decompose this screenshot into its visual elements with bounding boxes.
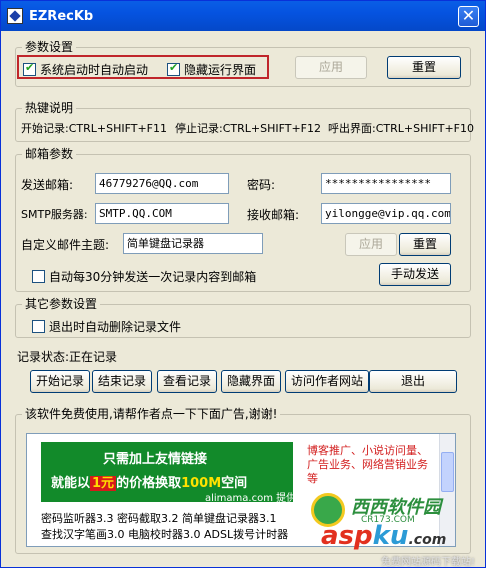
mail-apply-button[interactable]: 应用 (345, 233, 397, 256)
close-button[interactable]: ✕ (458, 6, 479, 27)
ad-line2-price: 1元 (90, 476, 117, 491)
sender-label: 发送邮箱: (21, 178, 74, 192)
params-reset-button[interactable]: 重置 (387, 56, 461, 79)
delete-on-exit-label: 退出时自动删除记录文件 (49, 320, 182, 334)
delete-on-exit-checkbox[interactable]: 退出时自动删除记录文件 (32, 318, 181, 335)
ad-banner[interactable]: 只需加上友情链接 就能以 1元 的价格换取100M空间 alimama.com 提供 (41, 442, 297, 504)
params-apply-button[interactable]: 应用 (295, 56, 367, 79)
auto-start-check-icon[interactable] (23, 61, 36, 76)
auto-start-checkbox[interactable]: 系统启动时自动启动 (23, 61, 148, 78)
mail-group-title: 邮箱参数 (22, 147, 77, 161)
params-group-title: 参数设置 (22, 40, 77, 54)
password-label: 密码: (247, 178, 276, 192)
hide-ui-checkbox[interactable]: 隐藏运行界面 (167, 61, 256, 78)
window-title: EZRecKb (29, 8, 94, 24)
watermark-asp: aspku.com (321, 521, 446, 551)
hotkey-show: 呼出界面:CTRL+SHIFT+F10 (328, 122, 474, 135)
ad-text-line2[interactable]: 查找汉字笔画3.0 电脑校时器3.0 ADSL拨号计时器 (41, 526, 288, 542)
ad-text-line1[interactable]: 密码监听器3.3 密码截取3.2 简单键盘记录器3.1 (41, 510, 276, 526)
subject-field[interactable]: 简单键盘记录器 (123, 233, 263, 254)
auto-start-label: 系统启动时自动启动 (40, 63, 149, 77)
ad-group-title: 该软件免费使用,请帮作者点一下下面广告,谢谢! (22, 407, 281, 421)
hide-ui-button[interactable]: 隐藏界面 (221, 370, 281, 393)
hotkeys-group-title: 热键说明 (22, 101, 77, 115)
title-bar[interactable]: EZRecKb ✕ (1, 1, 485, 31)
auto-send-label: 自动每30分钟发送一次记录内容到邮箱 (49, 270, 257, 284)
visit-author-button[interactable]: 访问作者网站 (285, 370, 369, 393)
ad-line2-prefix: 就能以 (51, 476, 91, 491)
receiver-email-field[interactable]: yilongge@vip.qq.com (321, 203, 451, 224)
ad-brand: alimama.com 提供 (205, 493, 297, 504)
auto-send-checkbox[interactable]: 自动每30分钟发送一次记录内容到邮箱 (32, 268, 256, 285)
watermark-tld: .com (408, 532, 447, 548)
smtp-server-field[interactable]: SMTP.QQ.COM (95, 203, 229, 224)
auto-send-check-icon[interactable] (32, 270, 45, 283)
delete-on-exit-check-icon[interactable] (32, 320, 45, 333)
view-record-button[interactable]: 查看记录 (157, 370, 217, 393)
smtp-label: SMTP服务器: (21, 208, 88, 221)
exit-button[interactable]: 退出 (369, 370, 457, 393)
app-window: EZRecKb ✕ 参数设置 系统启动时自动启动 隐藏运行界面 应用 重置 热键… (0, 0, 486, 568)
start-record-button[interactable]: 开始记录 (30, 370, 90, 393)
receiver-label: 接收邮箱: (247, 208, 300, 222)
sender-email-field[interactable]: 46779276@QQ.com (95, 173, 229, 194)
record-status: 记录状态:正在记录 (17, 350, 118, 364)
ad-line2-mid: 的价格换取 (116, 476, 182, 491)
mail-reset-button[interactable]: 重置 (399, 233, 451, 256)
close-icon: ✕ (461, 6, 476, 25)
watermark-tagline: 免费网站源码下载站! (381, 557, 476, 568)
manual-send-button[interactable]: 手动发送 (379, 263, 451, 286)
hotkey-start: 开始记录:CTRL+SHIFT+F11 (21, 122, 167, 135)
app-icon (7, 8, 23, 24)
hide-ui-label: 隐藏运行界面 (184, 63, 257, 77)
stop-record-button[interactable]: 结束记录 (92, 370, 152, 393)
ad-side-text[interactable]: 博客推广、小说访问量、广告业务、网络营销业务等 (307, 444, 437, 486)
hide-ui-check-icon[interactable] (167, 61, 180, 76)
other-group-title: 其它参数设置 (22, 297, 101, 311)
subject-label: 自定义邮件主题: (21, 238, 110, 252)
ad-banner-line1: 只需加上友情链接 (103, 452, 208, 467)
password-field[interactable]: **************** (321, 173, 451, 194)
hotkey-stop: 停止记录:CTRL+SHIFT+F12 (175, 122, 321, 135)
watermark-ku-word: ku (372, 521, 409, 551)
site-watermark: 西西软件园 CR173.COM aspku.com 免费网站源码下载站! (291, 481, 486, 569)
watermark-asp-word: asp (321, 521, 373, 551)
